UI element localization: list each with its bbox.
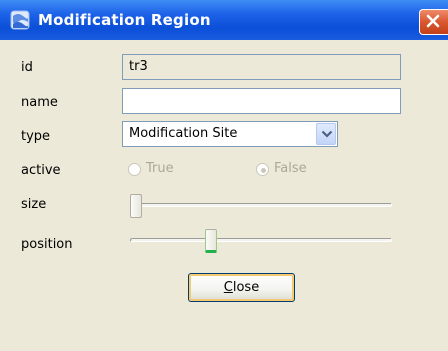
position-label: position	[21, 237, 73, 252]
close-icon	[426, 14, 440, 28]
name-label: name	[21, 95, 58, 110]
radio-selected-icon	[256, 163, 269, 176]
slider-track	[130, 238, 392, 242]
type-label: type	[21, 129, 51, 144]
radio-circle-icon	[128, 163, 141, 176]
type-select[interactable]: Modification Site	[122, 121, 338, 147]
id-label: id	[21, 60, 33, 75]
active-true-label: True	[146, 161, 174, 176]
close-window-button[interactable]	[419, 9, 448, 35]
id-field: tr3	[122, 54, 401, 80]
name-field[interactable]	[122, 88, 401, 114]
app-icon	[10, 10, 30, 30]
modification-region-dialog: Modification Region id tr3 name type Mod…	[0, 0, 448, 351]
active-label: active	[21, 163, 61, 178]
type-dropdown-button[interactable]	[316, 123, 336, 145]
title-bar[interactable]: Modification Region	[0, 0, 448, 40]
chevron-down-icon	[321, 130, 333, 138]
position-slider[interactable]	[130, 229, 392, 253]
close-button[interactable]: Close	[188, 273, 295, 302]
size-label: size	[21, 197, 47, 212]
size-slider[interactable]	[130, 194, 392, 218]
position-slider-thumb[interactable]	[205, 229, 217, 253]
size-slider-thumb[interactable]	[130, 194, 142, 218]
window-title: Modification Region	[38, 11, 211, 29]
slider-track	[130, 203, 392, 207]
type-select-value: Modification Site	[129, 126, 238, 141]
active-false-label: False	[274, 161, 307, 176]
